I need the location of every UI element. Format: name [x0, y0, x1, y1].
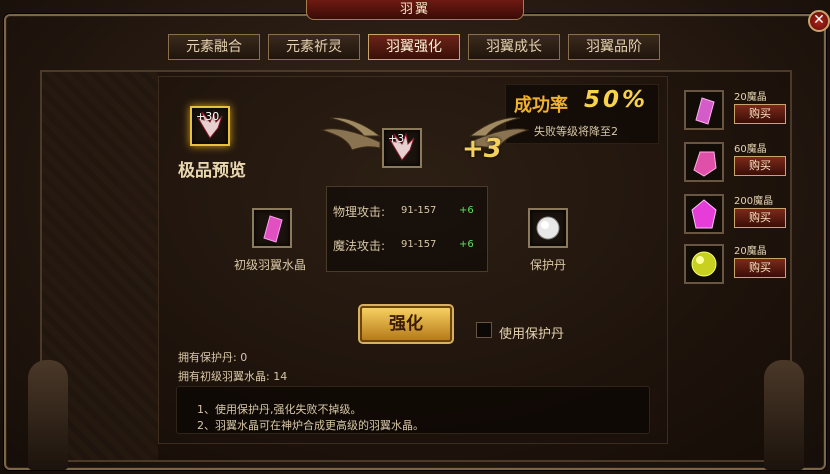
enhance-level: +3 — [462, 134, 502, 164]
shop-panel: 20魔晶 购买 60魔晶 购买 200魔晶 购买 20魔晶 购买 — [676, 84, 788, 284]
tip-line: 1、使用保护丹,强化失败不掉级。 — [197, 403, 362, 416]
pink-crystal-icon — [263, 215, 283, 243]
tips-box: 1、使用保护丹,强化失败不掉级。 2、羽翼水晶可在神炉合成更高级的羽翼水晶。 — [176, 386, 650, 434]
preview-badge: +30 — [196, 110, 220, 123]
stat-name: 魔法攻击: — [333, 239, 386, 253]
shop-item: 200魔晶 购买 — [682, 192, 788, 236]
buy-button[interactable]: 购买 — [734, 208, 786, 228]
tip-line: 2、羽翼水晶可在神炉合成更高级的羽翼水晶。 — [197, 419, 424, 432]
stats-panel: 物理攻击: 91-157 +6 魔法攻击: 91-157 +6 — [326, 186, 488, 272]
shop-price: 20魔晶 — [734, 246, 767, 257]
stat-row-magic: 魔法攻击: 91-157 +6 — [333, 237, 474, 254]
orb-icon[interactable] — [684, 244, 724, 284]
stat-bonus: +6 — [459, 239, 474, 250]
owned-protector: 拥有保护丹: 0 — [178, 351, 248, 364]
wing-slot[interactable]: +3 — [382, 128, 422, 168]
window-title: 羽翼 — [306, 0, 524, 20]
protector-label: 保护丹 — [530, 258, 567, 272]
shop-item: 20魔晶 购买 — [682, 242, 788, 286]
preview-wing-slot[interactable]: +30 — [190, 106, 230, 146]
stat-bonus: +6 — [459, 205, 474, 216]
crystal-20-icon[interactable] — [684, 90, 724, 130]
close-button[interactable]: ✕ — [808, 10, 830, 32]
buy-button[interactable]: 购买 — [734, 104, 786, 124]
crystal-60-icon[interactable] — [684, 142, 724, 182]
tab-wing-enhance[interactable]: 羽翼强化 — [368, 34, 460, 60]
wing-badge: +3 — [388, 132, 405, 145]
shop-price: 60魔晶 — [734, 144, 767, 155]
tab-wing-growth[interactable]: 羽翼成长 — [468, 34, 560, 60]
shop-item: 60魔晶 购买 — [682, 140, 788, 184]
stat-name: 物理攻击: — [333, 205, 386, 219]
tab-element-fusion[interactable]: 元素融合 — [168, 34, 260, 60]
shop-price: 200魔晶 — [734, 196, 774, 207]
success-rate-value: 50% — [584, 87, 649, 113]
stat-range: 91-157 — [401, 239, 437, 250]
owned-crystal: 拥有初级羽翼水晶: 14 — [178, 370, 288, 383]
use-protector-checkbox[interactable] — [476, 322, 492, 338]
protector-slot[interactable] — [528, 208, 568, 248]
fail-note: 失败等级将降至2 — [534, 125, 618, 138]
tab-element-prayer[interactable]: 元素祈灵 — [268, 34, 360, 60]
use-protector-label: 使用保护丹 — [499, 327, 565, 342]
crystal-label: 初级羽翼水晶 — [234, 258, 307, 272]
shop-item: 20魔晶 购买 — [682, 88, 788, 132]
game-window: 羽翼 ✕ 元素融合 元素祈灵 羽翼强化 羽翼成长 羽翼品阶 +30 极品预览 成… — [0, 0, 830, 474]
buy-button[interactable]: 购买 — [734, 156, 786, 176]
buy-button[interactable]: 购买 — [734, 258, 786, 278]
stat-range: 91-157 — [401, 205, 437, 216]
shop-price: 20魔晶 — [734, 92, 767, 103]
protector-pill-icon — [536, 216, 560, 240]
tab-wing-grade[interactable]: 羽翼品阶 — [568, 34, 660, 60]
enhance-button[interactable]: 强化 — [360, 306, 452, 342]
preview-label: 极品预览 — [178, 161, 246, 181]
crystal-200-icon[interactable] — [684, 194, 724, 234]
crystal-slot[interactable] — [252, 208, 292, 248]
statue-right-icon — [764, 360, 804, 470]
statue-left-icon — [28, 360, 68, 470]
stat-row-physical: 物理攻击: 91-157 +6 — [333, 203, 474, 220]
